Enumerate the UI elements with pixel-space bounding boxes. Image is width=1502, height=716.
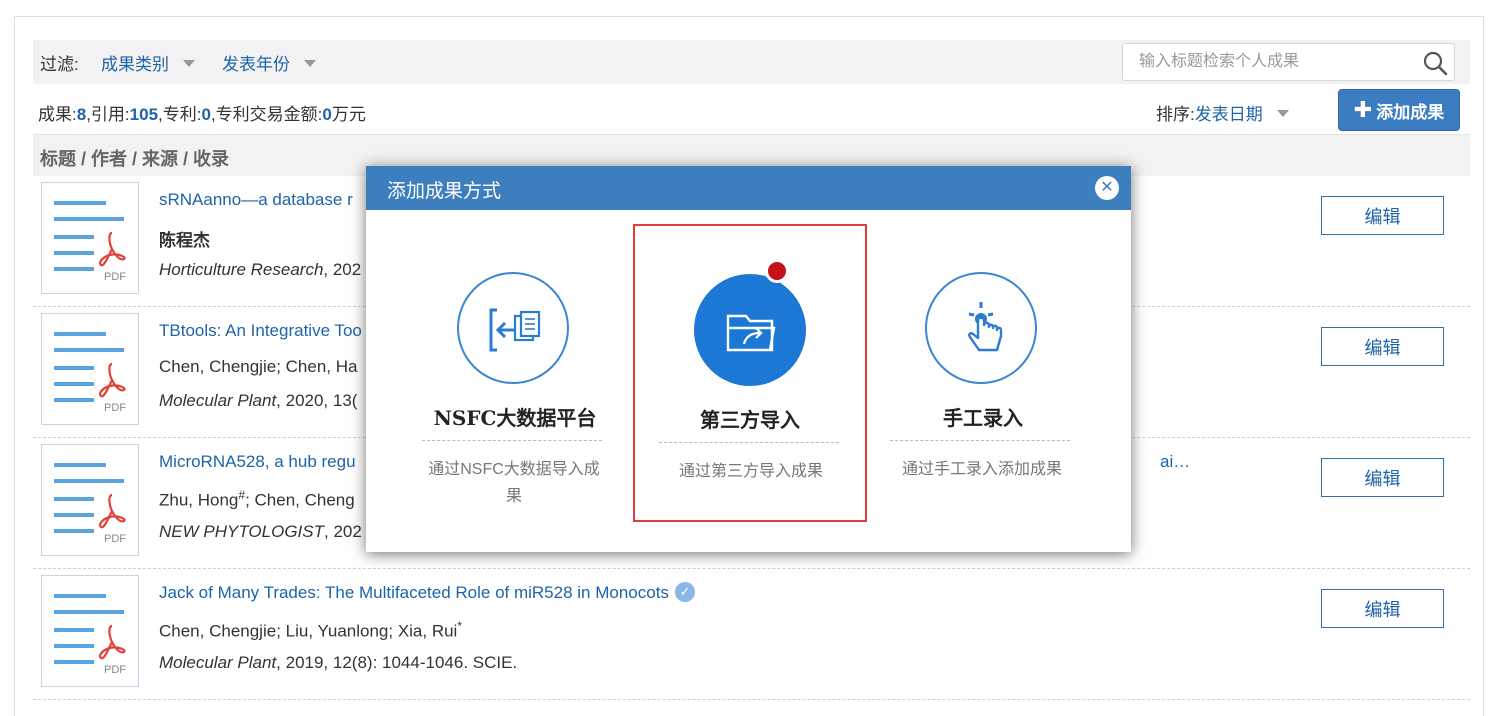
result-title[interactable]: sRNAanno—a database r (159, 190, 353, 210)
chevron-down-icon[interactable] (1276, 110, 1289, 118)
list-header-label: 标题 / 作者 / 来源 / 收录 (40, 149, 230, 169)
journal-name: Molecular Plant (159, 653, 277, 672)
results-count: 8 (76, 105, 87, 124)
result-authors: 陈程杰 (159, 231, 210, 250)
add-result-modal: 添加成果方式 ✕ NSFC大数据平台 通过NSFC大数据导入成果 第三方导入 通… (366, 166, 1131, 552)
result-title[interactable]: TBtools: An Integrative Too (159, 321, 362, 341)
source-detail: , 2020, 13( (276, 391, 358, 410)
hand-tap-icon (925, 272, 1037, 384)
modal-header: 添加成果方式 ✕ (366, 166, 1131, 210)
edit-button[interactable]: 编辑 (1321, 327, 1444, 366)
year-dropdown[interactable]: 发表年份 (222, 50, 316, 75)
divider (422, 440, 602, 441)
option-title: 第三方导入 (700, 408, 800, 432)
journal-name: NEW PHYTOLOGIST (159, 522, 324, 541)
source-detail: , 202 (323, 260, 362, 279)
amount-unit: 万元 (331, 105, 366, 124)
edit-button[interactable]: 编辑 (1321, 196, 1444, 235)
add-result-button[interactable]: ✚ 添加成果 (1338, 89, 1460, 131)
year-dropdown-label: 发表年份 (222, 55, 290, 74)
divider (890, 440, 1070, 441)
sort-label: 排序: (1156, 105, 1195, 124)
result-title[interactable]: Jack of Many Trades: The Multifaceted Ro… (159, 581, 695, 604)
filter-label: 过滤: (40, 55, 79, 74)
close-icon[interactable]: ✕ (1095, 176, 1119, 200)
category-dropdown-label: 成果类别 (101, 55, 169, 74)
divider (659, 442, 839, 443)
chevron-down-icon (183, 60, 195, 68)
result-authors: Zhu, Hong#; Chen, Cheng (159, 488, 355, 511)
journal-name: Horticulture Research (159, 260, 324, 279)
option-title: 手工录入 (943, 406, 1023, 430)
author-mark: * (457, 619, 463, 633)
option-description: 通过手工录入添加成果 (901, 461, 1062, 478)
list-item: PDF Jack of Many Trades: The Multifacete… (33, 569, 1470, 700)
notification-dot-icon (765, 259, 789, 283)
search-input[interactable] (1123, 44, 1403, 80)
add-result-label: 添加成果 (1376, 102, 1445, 122)
plus-icon: ✚ (1353, 97, 1373, 122)
result-title[interactable]: MicroRNA528, a hub regu (159, 452, 356, 472)
filter-bar: 过滤: 成果类别 发表年份 (33, 40, 1470, 84)
citations-label: ,引用: (86, 105, 130, 124)
option-description: 通过第三方导入成果 (678, 463, 823, 480)
pdf-document-icon[interactable]: PDF (41, 182, 139, 294)
result-authors: Chen, Chengjie; Chen, Ha (159, 357, 358, 376)
pdf-document-icon[interactable]: PDF (41, 313, 139, 425)
author-name: ; Chen, Cheng (245, 490, 355, 510)
result-title-tail[interactable]: ai… (1160, 452, 1190, 472)
modal-title: 添加成果方式 (387, 181, 502, 202)
import-icon (457, 272, 569, 384)
option-manual-entry[interactable]: 手工录入 通过手工录入添加成果 (866, 224, 1100, 522)
folder-share-icon (694, 274, 806, 386)
source-detail: , 2019, 12(8): 1044-1046. SCIE. (276, 653, 518, 672)
author-name: Chen, Chengjie; Liu, Yuanlong; Xia, Rui (159, 621, 458, 641)
author-name: Zhu, Hong (159, 490, 239, 510)
journal-name: Molecular Plant (159, 391, 277, 410)
results-label: 成果: (38, 105, 77, 124)
result-source: NEW PHYTOLOGIST, 202 (159, 522, 362, 542)
edit-button[interactable]: 编辑 (1321, 589, 1444, 628)
result-source: Molecular Plant, 2019, 12(8): 1044-1046.… (159, 653, 517, 673)
option-nsfc-import[interactable]: NSFC大数据平台 通过NSFC大数据导入成果 (398, 224, 632, 522)
option-third-party-import[interactable]: 第三方导入 通过第三方导入成果 (633, 224, 867, 522)
citations-count: 105 (129, 105, 159, 124)
verified-icon: ✓ (674, 581, 695, 602)
search-box (1122, 43, 1455, 81)
amount-label: ,专利交易金额: (210, 105, 323, 124)
sort-control: 排序:发表日期 (1156, 100, 1289, 125)
stats-summary: 成果:8,引用:105,专利:0,专利交易金额:0万元 (38, 100, 366, 125)
result-source: Horticulture Research, 202 (159, 260, 361, 280)
option-description: 通过NSFC大数据导入成果 (428, 461, 600, 505)
result-authors: Chen, Chengjie; Liu, Yuanlong; Xia, Rui* (159, 619, 462, 642)
result-source: Molecular Plant, 2020, 13( (159, 391, 357, 411)
patents-label: ,专利: (158, 105, 202, 124)
chevron-down-icon (304, 60, 316, 68)
category-dropdown[interactable]: 成果类别 (101, 50, 195, 75)
patents-count: 0 (201, 105, 211, 124)
sort-dropdown[interactable]: 发表日期 (1195, 105, 1263, 124)
result-title-text: Jack of Many Trades: The Multifaceted Ro… (159, 583, 669, 602)
pdf-document-icon[interactable]: PDF (41, 444, 139, 556)
source-detail: , 202 (324, 522, 362, 541)
amount-value: 0 (322, 105, 332, 124)
search-icon[interactable] (1422, 50, 1448, 76)
pdf-document-icon[interactable]: PDF (41, 575, 139, 687)
edit-button[interactable]: 编辑 (1321, 458, 1444, 497)
option-title: NSFC大数据平台 (433, 406, 597, 430)
